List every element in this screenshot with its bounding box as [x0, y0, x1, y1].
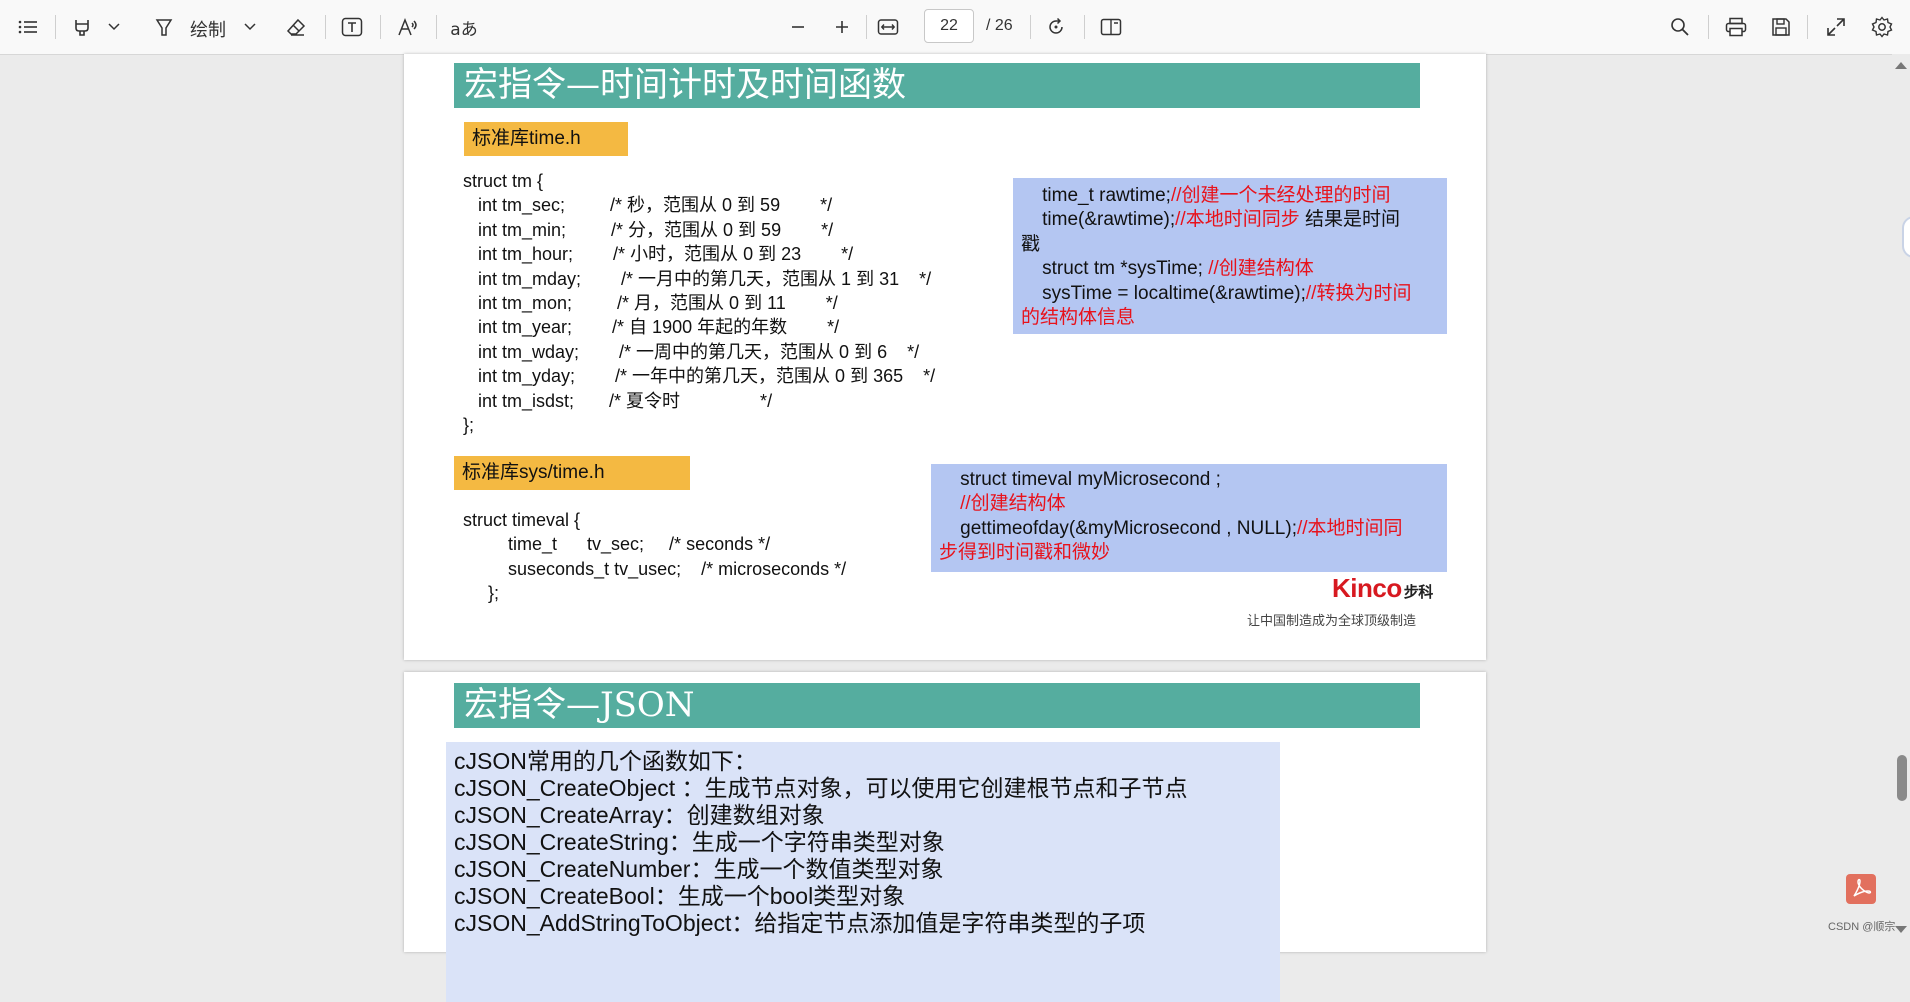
scrollbar-thumb[interactable] [1897, 755, 1907, 801]
section-tag-sys-time-h: 标准库sys/time.h [454, 456, 690, 490]
toolbar-divider [1807, 15, 1808, 39]
struct-tm-code: struct tm { int tm_sec; /* 秒，范围从 0 到 59 … [463, 171, 936, 436]
code-line: 戳 [1021, 233, 1041, 255]
page-view-icon[interactable] [1096, 10, 1126, 44]
code-line: 步得到时间戳和微妙 [939, 542, 1111, 564]
rawtime-code-box: time_t rawtime;//创建一个未经处理的时间 time(&rawti… [1013, 178, 1447, 334]
vertical-scrollbar[interactable] [1892, 54, 1910, 940]
section-tag-time-h: 标准库time.h [464, 122, 628, 156]
code-line: struct tm *sysTime; //创建结构体 [1042, 258, 1314, 280]
code-line: gettimeofday(&myMicrosecond , NULL);//本地… [960, 517, 1403, 539]
scroll-up-arrow[interactable] [1895, 62, 1907, 69]
list-item: cJSON_CreateArray：创建数组对象 [454, 802, 825, 828]
kinco-logo: Kinco 步科 [1332, 573, 1433, 603]
translate-icon[interactable]: aあ [448, 10, 480, 44]
fit-width-icon[interactable] [874, 10, 902, 44]
cjson-function-list: cJSON常用的几个函数如下： cJSON_CreateObject ：生成节点… [446, 742, 1280, 1002]
chevron-down-icon[interactable] [104, 10, 124, 44]
code-line: struct timeval myMicrosecond ; [960, 469, 1221, 490]
code-line: //创建结构体 [960, 493, 1066, 515]
list-item: cJSON_CreateObject ：生成节点对象，可以使用它创建根节点和子节… [454, 775, 1188, 801]
side-panel-handle[interactable] [1902, 216, 1910, 258]
draw-label[interactable]: 绘制 [190, 16, 226, 42]
toolbar-divider [1708, 15, 1709, 39]
timeval-code-box: struct timeval myMicrosecond ; //创建结构体 g… [931, 464, 1447, 572]
slogan: 让中国制造成为全球顶级制造 [1247, 614, 1417, 629]
slide-title: 宏指令—时间计时及时间函数 [454, 63, 1420, 108]
fullscreen-icon[interactable] [1822, 10, 1850, 44]
zoom-out-icon[interactable] [784, 10, 812, 44]
toolbar-divider [55, 15, 56, 39]
code-line: time(&rawtime);//本地时间同步 结果是时间 [1042, 209, 1400, 231]
read-aloud-icon[interactable] [393, 10, 423, 44]
draw-icon[interactable] [150, 10, 178, 44]
pdf-app-icon[interactable] [1846, 874, 1876, 904]
save-icon[interactable] [1767, 10, 1795, 44]
page-total: / 26 [986, 17, 1013, 34]
gear-icon[interactable] [1868, 10, 1896, 44]
watermark: CSDN @顺宗 [1828, 921, 1896, 933]
code-line: sysTime = localtime(&rawtime);//转换为时间 [1042, 282, 1412, 304]
toolbar-divider [325, 15, 326, 39]
list-item: cJSON_CreateString：生成一个字符串类型对象 [454, 829, 945, 855]
print-icon[interactable] [1722, 10, 1750, 44]
contents-icon[interactable] [14, 10, 42, 44]
eraser-icon[interactable] [282, 10, 310, 44]
list-item: cJSON_AddStringToObject：给指定节点添加值是字符串类型的子… [454, 910, 1146, 936]
list-item: cJSON_CreateBool：生成一个bool类型对象 [454, 883, 906, 909]
zoom-in-icon[interactable] [828, 10, 856, 44]
toolbar-divider [1030, 15, 1031, 39]
highlight-icon[interactable] [68, 10, 96, 44]
rotate-icon[interactable] [1042, 10, 1070, 44]
page-number-input[interactable] [924, 9, 974, 43]
pdf-page: 宏指令—JSON cJSON常用的几个函数如下： cJSON_CreateObj… [404, 672, 1486, 1002]
pdf-toolbar: 绘制 aあ / 26 [0, 0, 1910, 55]
toolbar-divider [1084, 15, 1085, 39]
code-line: 的结构体信息 [1021, 307, 1136, 329]
toolbar-divider [866, 15, 867, 39]
list-item: cJSON_CreateNumber：生成一个数值类型对象 [454, 856, 944, 882]
chevron-down-icon[interactable] [240, 10, 260, 44]
code-line: time_t rawtime;//创建一个未经处理的时间 [1042, 185, 1391, 206]
toolbar-divider [436, 15, 437, 39]
pdf-page: 宏指令—时间计时及时间函数 标准库time.h struct tm { int … [404, 54, 1486, 660]
scroll-down-arrow[interactable] [1895, 926, 1907, 933]
text-box-icon[interactable] [337, 10, 367, 44]
search-icon[interactable] [1666, 10, 1694, 44]
toolbar-divider [380, 15, 381, 39]
list-item: cJSON常用的几个函数如下： [454, 748, 757, 774]
slide-title: 宏指令—JSON [454, 683, 1420, 728]
struct-timeval-code: struct timeval { time_t tv_sec; /* secon… [463, 510, 847, 604]
